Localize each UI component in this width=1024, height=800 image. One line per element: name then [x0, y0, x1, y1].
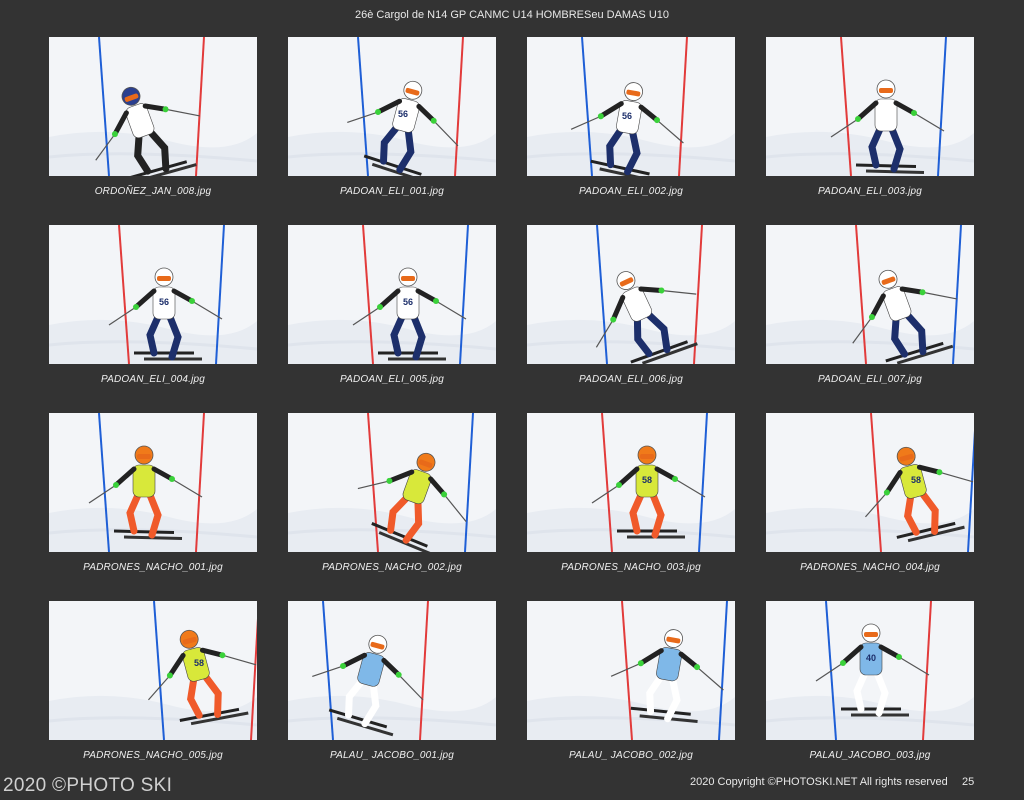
bib-number: 58	[194, 658, 204, 668]
photo-thumbnail: PADRONES_NACHO_001.jpg	[49, 413, 257, 601]
photo-filename: PALAU_ JACOBO_001.jpg	[329, 750, 455, 761]
photo-thumbnail: 56 PADOAN_ELI_004.jpg	[49, 225, 257, 413]
photo-image[interactable]	[527, 601, 735, 740]
bib-number: 56	[159, 297, 169, 307]
photo-thumbnail: PALAU_ JACOBO_001.jpg	[288, 601, 496, 789]
photo-filename: PADOAN_ELI_007.jpg	[817, 374, 923, 385]
photo-thumbnail: PADOAN_ELI_006.jpg	[527, 225, 735, 413]
bib-number: 56	[398, 109, 408, 119]
photo-thumbnail: PADOAN_ELI_003.jpg	[766, 37, 974, 225]
photo-image[interactable]: 58	[766, 413, 974, 552]
skier-photo-graphic: 56	[527, 37, 735, 176]
photo-thumbnail: PADOAN_ELI_007.jpg	[766, 225, 974, 413]
photo-thumbnail: 58 PADRONES_NACHO_003.jpg	[527, 413, 735, 601]
photo-thumbnail: 56 PADOAN_ELI_005.jpg	[288, 225, 496, 413]
skier-photo-graphic: 58	[766, 413, 974, 552]
skier-photo-graphic	[49, 37, 257, 176]
photo-thumbnail: 56 PADOAN_ELI_002.jpg	[527, 37, 735, 225]
photo-thumbnail: 58 PADRONES_NACHO_004.jpg	[766, 413, 974, 601]
photo-image[interactable]: 56	[288, 37, 496, 176]
bib-number: 56	[622, 111, 632, 121]
photo-image[interactable]	[49, 37, 257, 176]
photo-filename: PADRONES_NACHO_004.jpg	[800, 562, 940, 573]
photo-filename: PADOAN_ELI_004.jpg	[100, 374, 206, 385]
photo-image[interactable]: 40	[766, 601, 974, 740]
photo-image[interactable]	[527, 225, 735, 364]
photo-image[interactable]: 58	[49, 601, 257, 740]
skier-photo-graphic	[527, 225, 735, 364]
photo-filename: PALAU_JACOBO_003.jpg	[809, 750, 931, 761]
photo-filename: PADOAN_ELI_001.jpg	[339, 186, 445, 197]
photo-filename: PALAU_ JACOBO_002.jpg	[568, 750, 694, 761]
photo-filename: ORDOÑEZ_JAN_008.jpg	[94, 186, 212, 197]
photo-filename: PADRONES_NACHO_001.jpg	[83, 562, 223, 573]
skier-photo-graphic: 40	[766, 601, 974, 740]
photo-image[interactable]: 56	[288, 225, 496, 364]
copyright-text: 2020 Copyright ©PHOTOSKI.NET All rights …	[690, 776, 948, 788]
photo-image[interactable]: 58	[527, 413, 735, 552]
skier-photo-graphic: 58	[49, 601, 257, 740]
photo-filename: PADRONES_NACHO_003.jpg	[561, 562, 701, 573]
photo-image[interactable]	[766, 225, 974, 364]
skier-photo-graphic	[527, 601, 735, 740]
photo-filename: PADOAN_ELI_005.jpg	[339, 374, 445, 385]
skier-photo-graphic: 56	[288, 37, 496, 176]
photo-thumbnail: PADRONES_NACHO_002.jpg	[288, 413, 496, 601]
skier-photo-graphic	[766, 37, 974, 176]
photo-image[interactable]: 56	[49, 225, 257, 364]
photo-image[interactable]	[288, 413, 496, 552]
photo-thumbnail: 56 PADOAN_ELI_001.jpg	[288, 37, 496, 225]
page-title: 26è Cargol de N14 GP CANMC U14 HOMBRESeu…	[354, 9, 670, 21]
skier-photo-graphic: 56	[288, 225, 496, 364]
photo-thumbnail: ORDOÑEZ_JAN_008.jpg	[49, 37, 257, 225]
skier-photo-graphic	[766, 225, 974, 364]
bib-number: 56	[403, 297, 413, 307]
photo-filename: PADRONES_NACHO_002.jpg	[322, 562, 462, 573]
skier-photo-graphic	[288, 601, 496, 740]
photo-thumbnail: PALAU_ JACOBO_002.jpg	[527, 601, 735, 789]
photo-filename: PADOAN_ELI_006.jpg	[578, 374, 684, 385]
bib-number: 58	[911, 475, 921, 485]
photo-thumbnail: 58 PADRONES_NACHO_005.jpg	[49, 601, 257, 789]
bib-number: 58	[642, 475, 652, 485]
photo-filename: PADRONES_NACHO_005.jpg	[83, 750, 223, 761]
photo-grid: ORDOÑEZ_JAN_008.jpg 56 PADOAN_ELI_001.jpg 5…	[49, 37, 974, 789]
photo-image[interactable]	[288, 601, 496, 740]
bib-number: 40	[866, 653, 876, 663]
photo-image[interactable]	[766, 37, 974, 176]
skier-photo-graphic	[49, 413, 257, 552]
page-number: 25	[962, 776, 975, 788]
photo-filename: PADOAN_ELI_003.jpg	[817, 186, 923, 197]
skier-photo-graphic: 58	[527, 413, 735, 552]
watermark-text: 2020 ©PHOTO SKI	[3, 775, 173, 796]
photo-filename: PADOAN_ELI_002.jpg	[578, 186, 684, 197]
photo-image[interactable]: 56	[527, 37, 735, 176]
photo-image[interactable]	[49, 413, 257, 552]
photo-thumbnail: 40 PALAU_JACOBO_003.jpg	[766, 601, 974, 789]
skier-photo-graphic	[288, 413, 496, 552]
skier-photo-graphic: 56	[49, 225, 257, 364]
